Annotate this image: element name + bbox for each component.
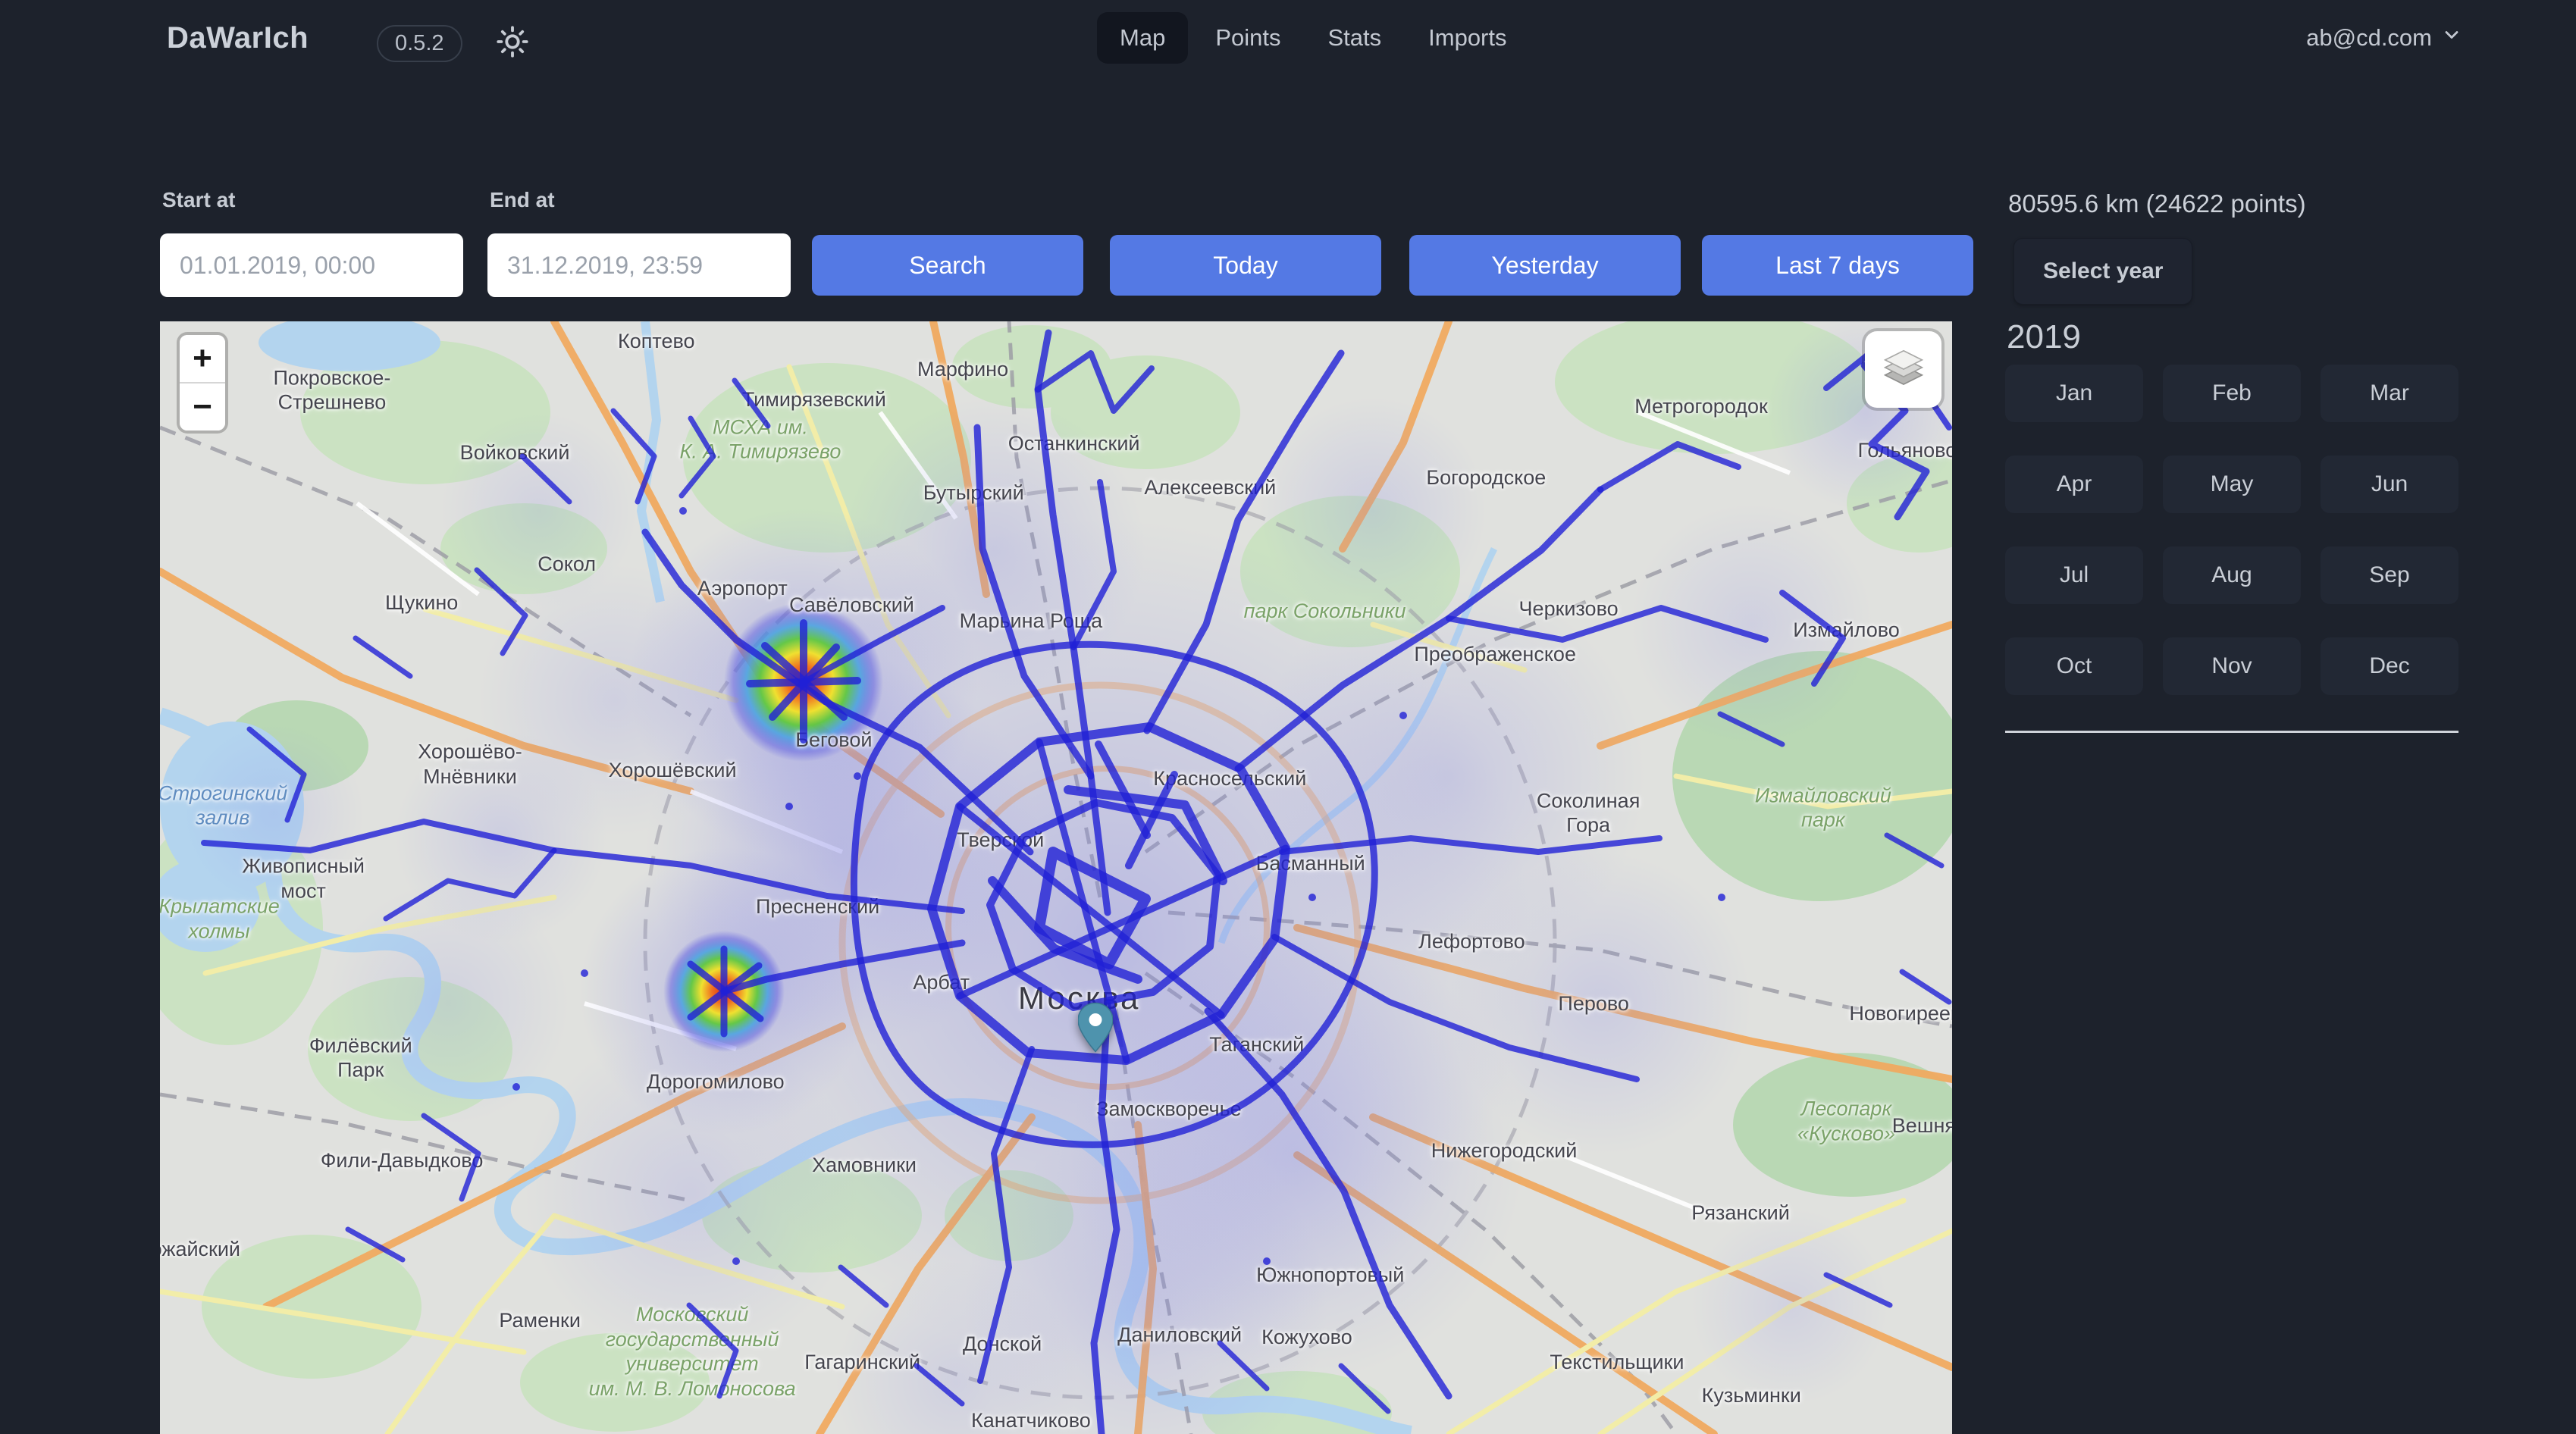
nav-tab[interactable]: Map [1097,12,1188,64]
start-at-input[interactable] [160,233,463,297]
theme-toggle-button[interactable] [493,23,532,62]
year-heading: 2019 [2007,318,2081,356]
search-button[interactable]: Search [812,235,1083,296]
start-at-label: Start at [162,188,235,212]
chevron-down-icon [2441,24,2462,52]
month-button[interactable]: Oct [2005,637,2143,695]
nav-tab[interactable]: Stats [1308,12,1401,64]
main-nav: MapPointsStatsImports [1097,12,1527,64]
map-layers-button[interactable] [1865,331,1941,408]
today-button[interactable]: Today [1110,235,1381,296]
user-menu[interactable]: ab@cd.com [2306,24,2462,52]
version-badge: 0.5.2 [377,25,462,62]
month-button[interactable]: Jul [2005,546,2143,604]
select-year-button[interactable]: Select year [2013,238,2192,305]
month-button[interactable]: Jan [2005,365,2143,422]
end-at-input[interactable] [487,233,791,297]
distance-stats: 80595.6 km (24622 points) [2008,189,2306,218]
sidebar-divider [2005,731,2458,733]
map-zoom-control: + − [180,335,225,431]
month-button[interactable]: Feb [2163,365,2301,422]
yesterday-button[interactable]: Yesterday [1409,235,1681,296]
zoom-out-button[interactable]: − [180,384,225,431]
month-button[interactable]: Aug [2163,546,2301,604]
month-button[interactable]: Sep [2321,546,2458,604]
month-button[interactable]: Mar [2321,365,2458,422]
nav-tab[interactable]: Points [1196,12,1300,64]
sun-icon [496,25,529,61]
month-button[interactable]: Nov [2163,637,2301,695]
user-email: ab@cd.com [2306,24,2432,52]
layers-icon [1880,347,1927,392]
month-grid: Jan Feb Mar Apr May Jun Jul Aug Sep Oct Nov Dec [2005,365,2458,695]
map[interactable]: КоптевоМарфиноПокровское- СтрешневоТимир… [160,321,1952,1434]
month-button[interactable]: Dec [2321,637,2458,695]
map-marker[interactable] [1078,1000,1113,1055]
end-at-label: End at [490,188,555,212]
app-logo: DaWarIch [167,21,309,55]
month-button[interactable]: Apr [2005,456,2143,513]
zoom-in-button[interactable]: + [180,335,225,382]
last-7-days-button[interactable]: Last 7 days [1702,235,1973,296]
month-button[interactable]: Jun [2321,456,2458,513]
nav-tab[interactable]: Imports [1409,12,1526,64]
month-button[interactable]: May [2163,456,2301,513]
gps-tracks [160,321,1952,1434]
